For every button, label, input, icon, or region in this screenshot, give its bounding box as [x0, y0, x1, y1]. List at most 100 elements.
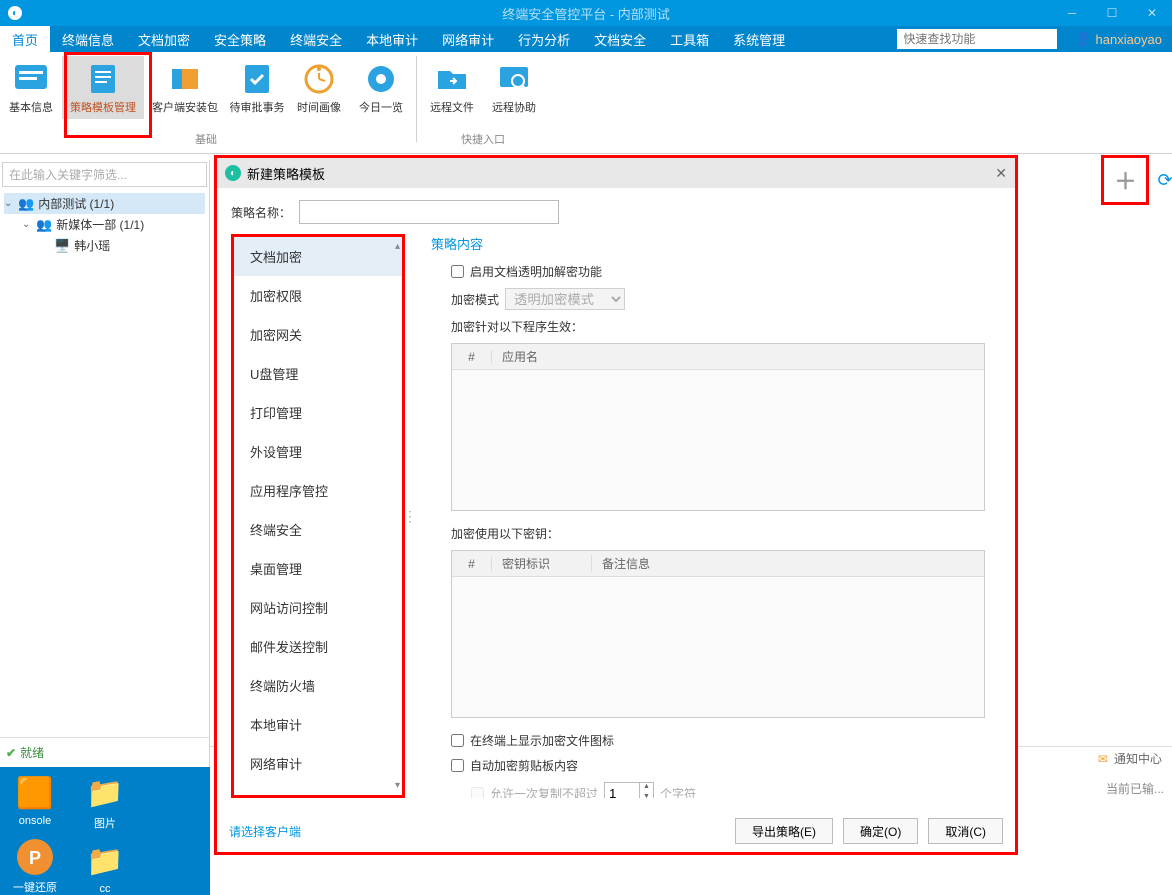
global-search[interactable]	[897, 26, 1057, 52]
dialog-footer: 请选择客户端 导出策略(E) 确定(O) 取消(C)	[217, 810, 1015, 852]
ribbon-pending-approval[interactable]: 待审批事务	[226, 56, 288, 119]
expand-icon[interactable]: ⌄	[22, 219, 32, 230]
cat-firewall[interactable]: 终端防火墙	[234, 666, 402, 705]
info-icon	[12, 60, 50, 98]
tree-root-label: 内部测试 (1/1)	[38, 195, 114, 212]
overview-icon	[362, 60, 400, 98]
spin-down[interactable]: ▼	[640, 793, 653, 798]
ribbon-remote-assist[interactable]: 远程协助	[483, 56, 545, 119]
close-button[interactable]: ✕	[1132, 0, 1172, 26]
cat-terminal-security[interactable]: 终端安全	[234, 510, 402, 549]
dialog-close-button[interactable]: ✕	[995, 165, 1007, 182]
menu-doc-encrypt[interactable]: 文档加密	[126, 26, 202, 52]
title-bar: ◐ 终端安全管控平台 - 内部测试 ─ ☐ ✕	[0, 0, 1172, 26]
menu-local-audit[interactable]: 本地审计	[354, 26, 430, 52]
ribbon-remote-file[interactable]: 远程文件	[421, 56, 483, 119]
remote-file-icon	[433, 60, 471, 98]
footer-hint: 请选择客户端	[229, 823, 301, 840]
check-icon: ✔	[6, 746, 16, 760]
expand-icon[interactable]: ⌄	[4, 198, 14, 209]
cat-app-control[interactable]: 应用程序管控	[234, 471, 402, 510]
section-title: 策略内容	[431, 234, 985, 253]
search-input[interactable]	[897, 29, 1057, 49]
enable-transparent-checkbox[interactable]	[451, 265, 464, 278]
user-name: hanxiaoyao	[1096, 32, 1163, 47]
auto-clipboard-checkbox[interactable]	[451, 759, 464, 772]
programs-table: # 应用名 ✎	[451, 343, 985, 511]
tree-dept[interactable]: ⌄ 👥 新媒体一部 (1/1)	[4, 214, 205, 235]
input-status-text: 当前已输...	[1106, 780, 1164, 797]
dialog-title-bar: ◐ 新建策略模板 ✕	[217, 158, 1015, 188]
console-icon: 🟧	[15, 773, 55, 813]
right-toolbar: ＋ ⟳	[1102, 155, 1172, 205]
cat-encrypt-perm[interactable]: 加密权限	[234, 276, 402, 315]
allow-copy-spinner[interactable]: ▲▼	[604, 782, 654, 798]
export-policy-button[interactable]: 导出策略(E)	[735, 818, 833, 844]
cat-usb-manage[interactable]: U盘管理	[234, 354, 402, 393]
show-badge-checkbox[interactable]	[451, 734, 464, 747]
scroll-down-icon[interactable]: ▾	[395, 780, 400, 791]
menu-home[interactable]: 首页	[0, 26, 50, 52]
cancel-button[interactable]: 取消(C)	[928, 818, 1003, 844]
policy-name-label: 策略名称：	[231, 204, 291, 221]
group-icon: 👥	[18, 196, 34, 212]
cat-web-access[interactable]: 网站访问控制	[234, 588, 402, 627]
menu-system-manage[interactable]: 系统管理	[721, 26, 797, 52]
ribbon-time-portrait[interactable]: 时间画像	[288, 56, 350, 119]
cat-encrypt-gateway[interactable]: 加密网关	[234, 315, 402, 354]
user-badge[interactable]: 👤 hanxiaoyao	[1065, 26, 1172, 52]
col-keyid: 密钥标识	[492, 555, 592, 572]
ribbon-toolbar: 基本信息 策略模板管理 客户端安装包 待审批事务	[0, 52, 1172, 154]
tree-filter-input[interactable]: 在此输入关键字筛选...	[2, 162, 207, 187]
cat-network-audit[interactable]: 网络审计	[234, 744, 402, 783]
ribbon-client-installer[interactable]: 客户端安装包	[144, 56, 226, 119]
cat-doc-encrypt[interactable]: 文档加密	[234, 237, 402, 276]
tree-root[interactable]: ⌄ 👥 内部测试 (1/1)	[4, 193, 205, 214]
maximize-button[interactable]: ☐	[1092, 0, 1132, 26]
ribbon-today-overview[interactable]: 今日一览	[350, 56, 412, 119]
tree-user[interactable]: 🖥️ 韩小瑶	[4, 235, 205, 256]
desktop-icon-pictures[interactable]: 📁 图片 📁 cc	[70, 773, 140, 895]
clock-icon	[300, 60, 338, 98]
ribbon-basic-info[interactable]: 基本信息	[0, 56, 62, 119]
cat-peripheral[interactable]: 外设管理	[234, 432, 402, 471]
cat-mail-control[interactable]: 邮件发送控制	[234, 627, 402, 666]
ribbon-group-basic-label: 基础	[0, 131, 412, 147]
refresh-button[interactable]: ⟳	[1157, 170, 1172, 191]
encrypt-mode-select[interactable]: 透明加密模式	[505, 288, 625, 310]
scroll-up-icon[interactable]: ▴	[395, 241, 400, 252]
keys-table: # 密钥标识 备注信息 ✎ ⚙	[451, 550, 985, 718]
spin-up[interactable]: ▲	[640, 783, 653, 793]
notify-center-link[interactable]: 通知中心	[1114, 750, 1162, 767]
approval-icon	[238, 60, 276, 98]
auto-clipboard-label: 自动加密剪贴板内容	[470, 757, 578, 774]
menu-terminal-info[interactable]: 终端信息	[50, 26, 126, 52]
ribbon-policy-template[interactable]: 策略模板管理	[62, 56, 144, 119]
menu-behavior[interactable]: 行为分析	[506, 26, 582, 52]
programs-label: 加密针对以下程序生效：	[451, 318, 583, 335]
cat-print-manage[interactable]: 打印管理	[234, 393, 402, 432]
ribbon-separator	[416, 56, 417, 142]
desktop-icon-onsole[interactable]: 🟧 onsole P 一键还原	[0, 773, 70, 895]
app-logo-icon: ◐	[8, 6, 22, 20]
ribbon-group-shortcut: 远程文件 远程协助 快捷入口	[421, 56, 545, 153]
menu-toolbox[interactable]: 工具箱	[658, 26, 721, 52]
cat-desktop-manage[interactable]: 桌面管理	[234, 549, 402, 588]
policy-name-input[interactable]	[299, 200, 559, 224]
desktop-area: 🟧 onsole P 一键还原 📁 图片 📁 cc	[0, 767, 210, 895]
allow-copy-suffix: 个字符	[660, 785, 696, 799]
menu-security-policy[interactable]: 安全策略	[202, 26, 278, 52]
splitter-handle[interactable]: ⋮	[405, 234, 415, 798]
allow-copy-checkbox	[471, 787, 484, 799]
allow-copy-value[interactable]	[605, 783, 639, 798]
menu-doc-security[interactable]: 文档安全	[582, 26, 658, 52]
restore-icon: P	[15, 837, 55, 877]
cat-local-audit[interactable]: 本地审计	[234, 705, 402, 744]
menu-network-audit[interactable]: 网络审计	[430, 26, 506, 52]
cat-doc-security[interactable]: 文档安全	[234, 783, 402, 798]
minimize-button[interactable]: ─	[1052, 0, 1092, 26]
add-template-button[interactable]: ＋	[1101, 155, 1149, 205]
user-icon: 🖥️	[54, 238, 70, 254]
ok-button[interactable]: 确定(O)	[843, 818, 918, 844]
menu-terminal-security[interactable]: 终端安全	[278, 26, 354, 52]
